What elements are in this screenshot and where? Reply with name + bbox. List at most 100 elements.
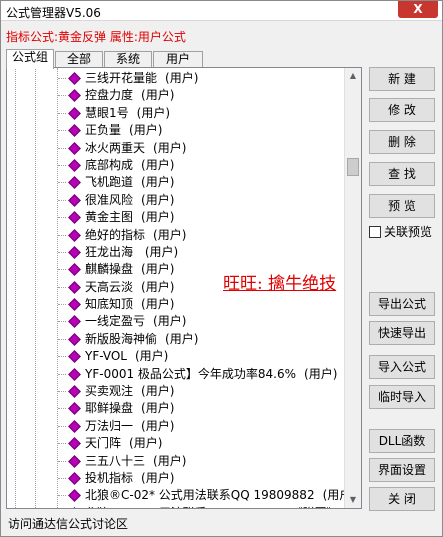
tree-connector [58,495,66,497]
formula-diamond-icon [68,298,81,311]
tree-item-owner: (用户) [165,331,199,346]
tree-item[interactable]: 飞机跑道 (用户) [58,174,344,191]
tree-item[interactable]: 天门阵 (用户) [58,435,344,452]
ui-settings-button[interactable]: 界面设置 [369,458,435,482]
tree-item-name: 万法归一 [85,418,134,433]
tree-item[interactable]: 正负量 (用户) [58,122,344,139]
tab-all[interactable]: 全部 [55,51,103,68]
tree-item-name: YF-0001 极品公式】今年成功率84.6% [85,366,297,381]
tree-item[interactable]: 冰火两重天 (用户) [58,140,344,157]
tree-item[interactable]: 很准风险 (用户) [58,192,344,209]
tree-connector [58,425,66,427]
tree-item[interactable]: 三线开花量能 (用户) [58,70,344,87]
window-close-button[interactable]: X [398,1,438,18]
tree-item[interactable]: 知底知顶 (用户) [58,296,344,313]
tree-item[interactable]: 三五八十三 (用户) [58,453,344,470]
tree-connector [58,356,66,358]
tree-item[interactable]: 慧眼1号 (用户) [58,105,344,122]
formula-diamond-icon [68,263,81,277]
tree-item[interactable]: 控盘力度 (用户) [58,87,344,104]
tree-item-name: 狂龙出海 [85,244,134,259]
tree-guide-line [15,68,16,508]
title-bar: 公式管理器V5.06 X [1,1,442,21]
formula-diamond-icon [68,489,81,503]
checkbox-box[interactable] [369,226,381,238]
temp-import-button[interactable]: 临时导入 [369,385,435,409]
tree-item-name: 投机指标 [85,470,134,485]
preview-button[interactable]: 预 览 [369,194,435,218]
tree-item-owner: (用户) [141,262,175,277]
dll-function-button[interactable]: DLL函数 [369,429,435,453]
tab-formula-groups[interactable]: 公式组 [6,49,54,69]
tree-item[interactable]: 底部构成 (用户) [58,157,344,174]
tree-item-owner: (用户) [141,418,175,433]
import-formula-button[interactable]: 导入公式 [369,355,435,379]
new-button[interactable]: 新 建 [369,67,435,91]
tree-connector [58,460,66,462]
tab-system[interactable]: 系统 [104,51,152,68]
scroll-down-icon[interactable]: ▼ [345,492,361,508]
tree-guide-lines [7,68,67,508]
scroll-up-icon[interactable]: ▲ [345,68,361,84]
tree-item-owner: (用户) [141,244,179,259]
formula-diamond-icon [68,124,81,138]
tree-item[interactable]: 万法归一 (用户) [58,418,344,435]
forum-link[interactable]: 访问通达信公式讨论区 [8,515,128,532]
export-formula-button[interactable]: 导出公式 [369,292,435,316]
formula-diamond-icon [68,437,81,451]
find-button[interactable]: 查 找 [369,162,435,186]
tree-item[interactable]: 绝好的指标 (用户) [58,227,344,244]
tree-item[interactable]: 黄金主图 (用户) [58,209,344,226]
tree-item-owner: (用户) [141,88,175,103]
tree-item[interactable]: 一线定盈亏 (用户) [58,313,344,330]
tree-item-name: 三五八十三 [85,453,146,468]
tree-connector [58,130,66,132]
tree-connector [58,391,66,393]
tree-item[interactable]: 投机指标 (用户) [58,470,344,487]
tree-item-name: 绝好的指标 [85,227,146,242]
tree-connector [58,251,66,253]
formula-diamond-icon [68,419,81,433]
tree-item-owner: (用户) [141,470,175,485]
tree-item-name: 一线定盈亏 [85,314,146,329]
tree-item-owner: (用户) [129,123,163,138]
modify-button[interactable]: 修 改 [369,98,435,122]
formula-diamond-icon [68,454,81,468]
formula-manager-window: 公式管理器V5.06 X 指标公式:黄金反弹 属性:用户公式 公式组 全部 系统… [0,0,443,537]
formula-diamond-icon [68,280,81,294]
formula-diamond-icon [68,315,81,329]
tree-item-owner: (用户) [135,349,169,364]
tab-user[interactable]: 用户 [153,51,203,68]
tree-item[interactable]: 新版股海神偷 (用户) [58,331,344,348]
tree-item[interactable]: 狂龙出海 (用户) [58,244,344,261]
formula-diamond-icon [68,176,81,190]
formula-diamond-icon [68,350,81,364]
delete-button[interactable]: 删 除 [369,130,435,154]
tree-connector [58,338,66,340]
link-preview-checkbox[interactable]: 关联预览 [369,223,432,240]
formula-diamond-icon [68,472,81,485]
close-button[interactable]: 关 闭 [369,487,435,511]
tree-item-owner: (用户) [141,192,175,207]
scrollbar-thumb[interactable] [347,158,359,176]
tree-item[interactable]: 买卖观注 (用户) [58,383,344,400]
tree-connector [58,443,66,445]
tree-item-owner: (用户) [165,71,199,85]
tree-scrollbar[interactable]: ▲ ▼ [344,68,361,508]
tree-item-name: 冰火两重天 [85,140,146,155]
tree-item[interactable]: YF-VOL (用户) [58,348,344,365]
tree-connector [58,199,66,201]
watermark-text: 旺旺: 擒牛绝技 [223,274,337,294]
link-preview-label: 关联预览 [384,225,433,239]
formula-diamond-icon [68,246,81,259]
tree-item-name: 正负量 [85,123,122,138]
tree-item[interactable]: 耶鲜操盘 (用户) [58,400,344,417]
tree-item-name: 很准风险 [85,192,134,207]
tree-item[interactable]: YF-0001 极品公式】今年成功率84.6% (用户) [58,366,344,383]
tree-item[interactable]: 北狼®C-01* 用法联系QQ 19809882《附图》(用 [67,505,361,508]
quick-export-button[interactable]: 快速导出 [369,321,435,345]
tree-item[interactable]: 北狼®C-02* 公式用法联系QQ 19809882 (用户) [58,487,356,504]
tree-item-name: 知底知顶 [85,297,134,312]
tree-connector [58,373,66,375]
formula-diamond-icon [68,402,81,416]
